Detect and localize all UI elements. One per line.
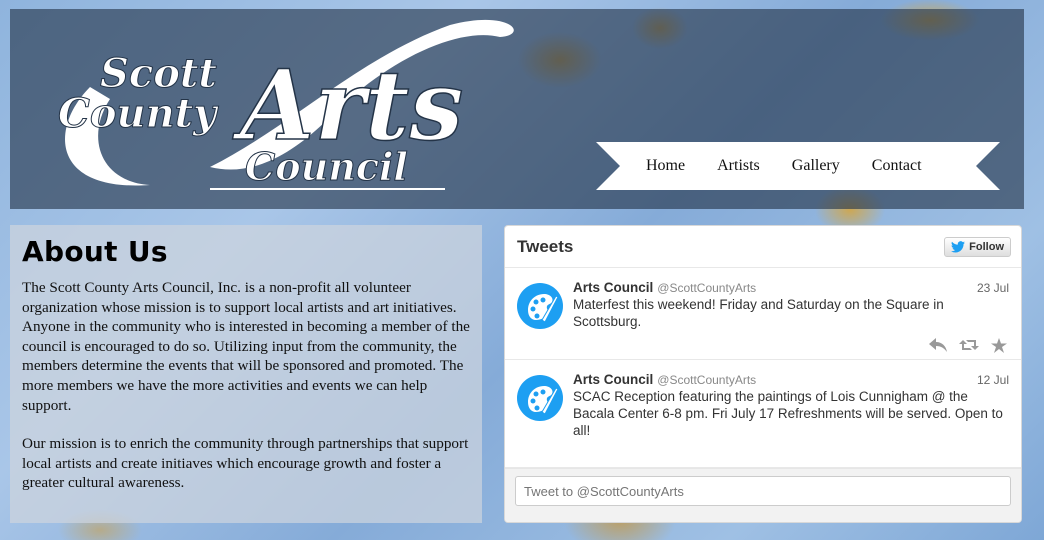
tweet-handle[interactable]: @ScottCountyArts bbox=[657, 373, 756, 387]
tweets-header: Tweets Follow bbox=[505, 226, 1021, 268]
tweet-handle[interactable]: @ScottCountyArts bbox=[657, 281, 756, 295]
twitter-bird-icon bbox=[951, 240, 966, 253]
tweet-item[interactable]: Arts Council @ScottCountyArts 23 Jul Mat… bbox=[505, 268, 1021, 360]
tweet-meta: Arts Council @ScottCountyArts 23 Jul bbox=[573, 280, 1009, 295]
nav-ribbon: Home Artists Gallery Contact bbox=[596, 142, 1000, 190]
follow-label: Follow bbox=[969, 240, 1004, 253]
palette-icon[interactable] bbox=[516, 374, 564, 422]
tweet-author[interactable]: Arts Council bbox=[573, 280, 653, 295]
tweet-actions bbox=[929, 338, 1007, 353]
about-title: About Us bbox=[22, 235, 168, 268]
reply-icon[interactable] bbox=[929, 338, 947, 352]
svg-text:County: County bbox=[58, 90, 219, 137]
nav-gallery[interactable]: Gallery bbox=[792, 157, 840, 175]
tweet-date[interactable]: 23 Jul bbox=[977, 281, 1009, 295]
tweet-text: Materfest this weekend! Friday and Satur… bbox=[573, 297, 944, 329]
tweet-meta: Arts Council @ScottCountyArts 12 Jul bbox=[573, 372, 1009, 387]
site-logo[interactable]: Scott County Arts Council bbox=[30, 17, 530, 197]
about-panel: About Us The Scott County Arts Council, … bbox=[10, 225, 482, 523]
tweets-title: Tweets bbox=[517, 236, 574, 256]
tweet-author[interactable]: Arts Council bbox=[573, 372, 653, 387]
nav-artists[interactable]: Artists bbox=[717, 157, 760, 175]
favorite-icon[interactable] bbox=[991, 338, 1007, 353]
retweet-icon[interactable] bbox=[959, 338, 979, 352]
tweet-text: SCAC Reception featuring the paintings o… bbox=[573, 389, 1003, 438]
about-paragraph-1: The Scott County Arts Council, Inc. is a… bbox=[22, 279, 470, 414]
site-header: Scott County Arts Council Home Artists G… bbox=[10, 9, 1024, 209]
tweet-item[interactable]: Arts Council @ScottCountyArts 12 Jul SCA… bbox=[505, 360, 1021, 468]
tweet-compose bbox=[505, 468, 1021, 522]
tweet-date[interactable]: 12 Jul bbox=[977, 373, 1009, 387]
twitter-widget: Tweets Follow Arts Council @ScottCountyA… bbox=[504, 225, 1022, 523]
nav-contact[interactable]: Contact bbox=[872, 157, 922, 175]
palette-icon[interactable] bbox=[516, 282, 564, 330]
main-nav: Home Artists Gallery Contact bbox=[646, 142, 922, 190]
nav-home[interactable]: Home bbox=[646, 157, 685, 175]
about-paragraph-2: Our mission is to enrich the community t… bbox=[22, 435, 469, 492]
svg-text:Council: Council bbox=[245, 144, 408, 189]
follow-button[interactable]: Follow bbox=[944, 236, 1011, 257]
tweet-compose-input[interactable] bbox=[515, 476, 1011, 506]
